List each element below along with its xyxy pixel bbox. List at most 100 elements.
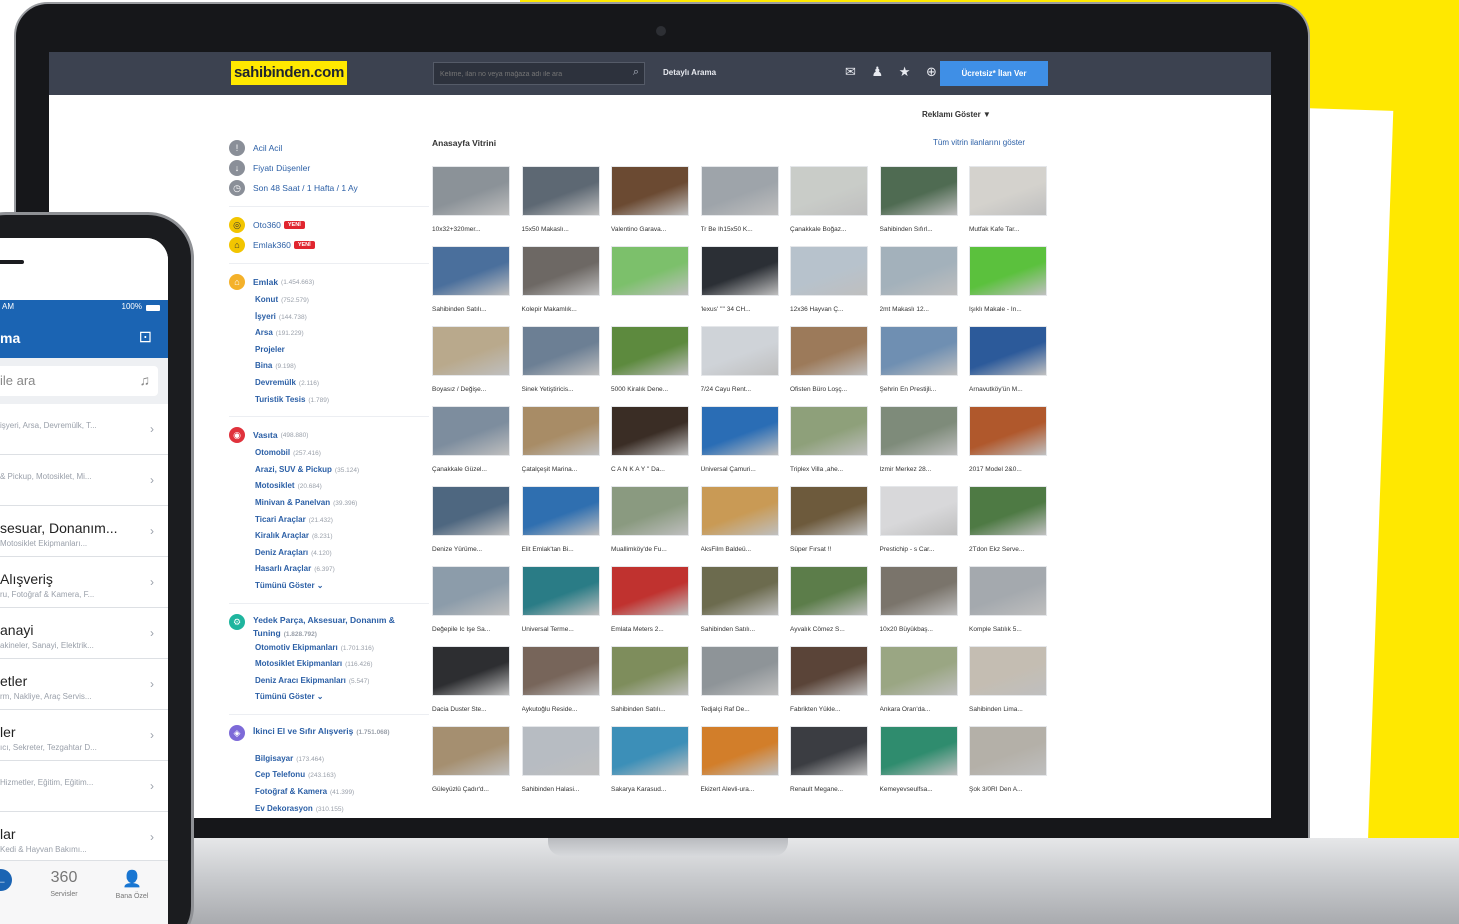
listing-caption[interactable]: Emlata Meters 2...	[611, 626, 691, 633]
listing-thumbnail[interactable]	[432, 326, 510, 376]
listing-caption[interactable]: Çanakkale Güzel...	[432, 466, 512, 473]
subcategory-item[interactable]: Otomobil (257.416)	[229, 445, 429, 462]
listing-caption[interactable]: Kemeyevseulfsa...	[880, 786, 960, 793]
showcase-card[interactable]: Sahibinden Sıfırl...	[879, 166, 960, 242]
showcase-card[interactable]: Kemeyevseulfsa...	[879, 726, 960, 802]
back-icon[interactable]: ←	[0, 869, 12, 891]
showcase-card[interactable]: Mutfak Kafe Tar...	[969, 166, 1049, 242]
listing-caption[interactable]: 7/24 Cayu Rent...	[701, 386, 781, 393]
listing-caption[interactable]: Arnavutköy'ün M...	[969, 386, 1049, 393]
showcase-card[interactable]: Fabrikten Yükle...	[790, 646, 870, 722]
listing-thumbnail[interactable]	[432, 166, 510, 216]
showcase-card[interactable]: Tr Be Ih15x50 K...	[700, 166, 781, 242]
subcategory-item[interactable]: Hasarlı Araçlar (6.397)	[229, 561, 429, 578]
showcase-card[interactable]: Sakarya Karasud...	[611, 726, 691, 802]
listing-thumbnail[interactable]	[521, 166, 600, 216]
subcategory-item[interactable]: Arsa (191.229)	[229, 325, 429, 342]
listing-thumbnail[interactable]	[879, 566, 958, 616]
listing-caption[interactable]: Çanakkale Boğaz...	[790, 226, 870, 233]
listing-thumbnail[interactable]	[969, 166, 1047, 216]
listing-caption[interactable]: Güleyüzlü Çadır'd...	[432, 786, 512, 793]
showcase-card[interactable]: 10x32+320mer...	[432, 166, 512, 242]
phone-list-item[interactable]: etler rm, Nakliye, Araç Servis... ›	[0, 659, 168, 710]
subcategory-item[interactable]: Ticari Araçlar (21.432)	[229, 512, 429, 529]
sidebar-item-urgent[interactable]: Acil Acil	[253, 143, 282, 153]
listing-caption[interactable]: Boyasız / Değişe...	[432, 386, 512, 393]
listing-thumbnail[interactable]	[611, 646, 689, 696]
listing-caption[interactable]: 10x32+320mer...	[432, 226, 512, 233]
subcategory-item[interactable]: Ev Dekorasyon (310.155)	[229, 801, 429, 818]
listing-caption[interactable]: AksFilm Baldeü...	[701, 546, 781, 553]
subcategory-item[interactable]: Kiralık Araçlar (8.231)	[229, 528, 429, 545]
showcase-card[interactable]: Sahibinden Satılı...	[700, 566, 781, 642]
subcategory-item[interactable]: Motosiklet Ekipmanları (116.426)	[229, 656, 429, 673]
listing-thumbnail[interactable]	[790, 166, 868, 216]
listing-thumbnail[interactable]	[790, 726, 868, 776]
listing-caption[interactable]: Sahibinden Satılı...	[701, 626, 781, 633]
listing-thumbnail[interactable]	[611, 326, 689, 376]
subcategory-item[interactable]: İşyeri (144.738)	[229, 309, 429, 326]
listing-caption[interactable]: Sahibinden Lima...	[969, 706, 1049, 713]
listing-thumbnail[interactable]	[700, 166, 779, 216]
listing-thumbnail[interactable]	[790, 246, 868, 296]
search-icon[interactable]: ⌕	[633, 66, 639, 79]
showcase-card[interactable]: C A N K A Y '' Da...	[611, 406, 691, 482]
show-all-link[interactable]: Tümünü Göster ⌄	[229, 578, 429, 595]
showcase-card[interactable]: Ankara Oran'da...	[879, 646, 960, 722]
listing-caption[interactable]: 2017 Model 2&0...	[969, 466, 1049, 473]
showcase-card[interactable]: Ofisten Büro Loşç...	[790, 326, 870, 402]
listing-thumbnail[interactable]	[521, 406, 600, 456]
sidebar-item-emlak360[interactable]: Emlak360	[253, 240, 291, 250]
subcategory-item[interactable]: Devremülk (2.116)	[229, 375, 429, 392]
phone-list-item[interactable]: & Pickup, Motosiklet, Mi... ›	[0, 455, 168, 506]
showcase-card[interactable]: Prestichip - s Car...	[879, 486, 960, 562]
subcategory-item[interactable]: Motosiklet (20.684)	[229, 478, 429, 495]
listing-thumbnail[interactable]	[611, 166, 689, 216]
listing-caption[interactable]: Ofisten Büro Loşç...	[790, 386, 870, 393]
listing-thumbnail[interactable]	[432, 246, 510, 296]
showcase-card[interactable]: Şok 3/0RI Den A...	[969, 726, 1049, 802]
listing-caption[interactable]: Tedjalçi Raf De...	[701, 706, 781, 713]
view-all-showcase-link[interactable]: Tüm vitrin ilanlarını göster	[933, 138, 1025, 147]
listing-thumbnail[interactable]	[969, 566, 1047, 616]
listing-thumbnail[interactable]	[611, 726, 689, 776]
showcase-card[interactable]: 12x36 Hayvan Ç...	[790, 246, 870, 322]
listing-caption[interactable]: Komple Satılık 5...	[969, 626, 1049, 633]
showcase-card[interactable]: 10x20 Büyükbaş...	[879, 566, 960, 642]
listing-caption[interactable]: 12x36 Hayvan Ç...	[790, 306, 870, 313]
listing-caption[interactable]: Ayvalık Cömez S...	[790, 626, 870, 633]
showcase-card[interactable]: 2mt Makaslı 12...	[879, 246, 960, 322]
listing-caption[interactable]: Mutfak Kafe Tar...	[969, 226, 1049, 233]
showcase-card[interactable]: Boyasız / Değişe...	[432, 326, 512, 402]
post-ad-button[interactable]: Ücretsiz* İlan Ver	[940, 61, 1048, 86]
showcase-card[interactable]: Universal Terme...	[521, 566, 602, 642]
show-ads-toggle[interactable]: Reklamı Göster ▼	[922, 110, 991, 119]
listing-thumbnail[interactable]	[879, 726, 958, 776]
showcase-card[interactable]: Sahibinden Satılı...	[611, 646, 691, 722]
showcase-card[interactable]: Renault Megane...	[790, 726, 870, 802]
listing-thumbnail[interactable]	[879, 406, 958, 456]
listing-caption[interactable]: Sakarya Karasud...	[611, 786, 691, 793]
listing-thumbnail[interactable]	[700, 246, 779, 296]
showcase-card[interactable]: 2Tdon Ekz Serve...	[969, 486, 1049, 562]
showcase-card[interactable]	[611, 246, 691, 322]
showcase-card[interactable]: Üniversal Çamuri...	[700, 406, 781, 482]
sidebar-item-recent[interactable]: Son 48 Saat / 1 Hafta / 1 Ay	[253, 183, 358, 193]
phone-list-item[interactable]: Hizmetler, Eğitim, Eğitim... ›	[0, 761, 168, 812]
listing-thumbnail[interactable]	[700, 726, 779, 776]
listing-caption[interactable]: Denize Yürüme...	[432, 546, 512, 553]
listing-thumbnail[interactable]	[521, 726, 600, 776]
listing-caption[interactable]: Sahibinden Satılı...	[611, 706, 691, 713]
showcase-card[interactable]: 5000 Kiralık Dene...	[611, 326, 691, 402]
listing-caption[interactable]: Ekizert Alevli-ura...	[701, 786, 781, 793]
showcase-card[interactable]: Komple Satılık 5...	[969, 566, 1049, 642]
listing-caption[interactable]: 5000 Kiralık Dene...	[611, 386, 691, 393]
showcase-card[interactable]: Izmir Merkez 28...	[879, 406, 960, 482]
showcase-card[interactable]: Triplex Villa ,ahe...	[790, 406, 870, 482]
listing-thumbnail[interactable]	[521, 326, 600, 376]
showcase-card[interactable]: Güleyüzlü Çadır'd...	[432, 726, 512, 802]
listing-thumbnail[interactable]	[969, 406, 1047, 456]
listing-caption[interactable]: Süper Fırsat !!	[790, 546, 870, 553]
listing-thumbnail[interactable]	[700, 326, 779, 376]
showcase-card[interactable]: Elit Emlak'tan Bi...	[521, 486, 602, 562]
